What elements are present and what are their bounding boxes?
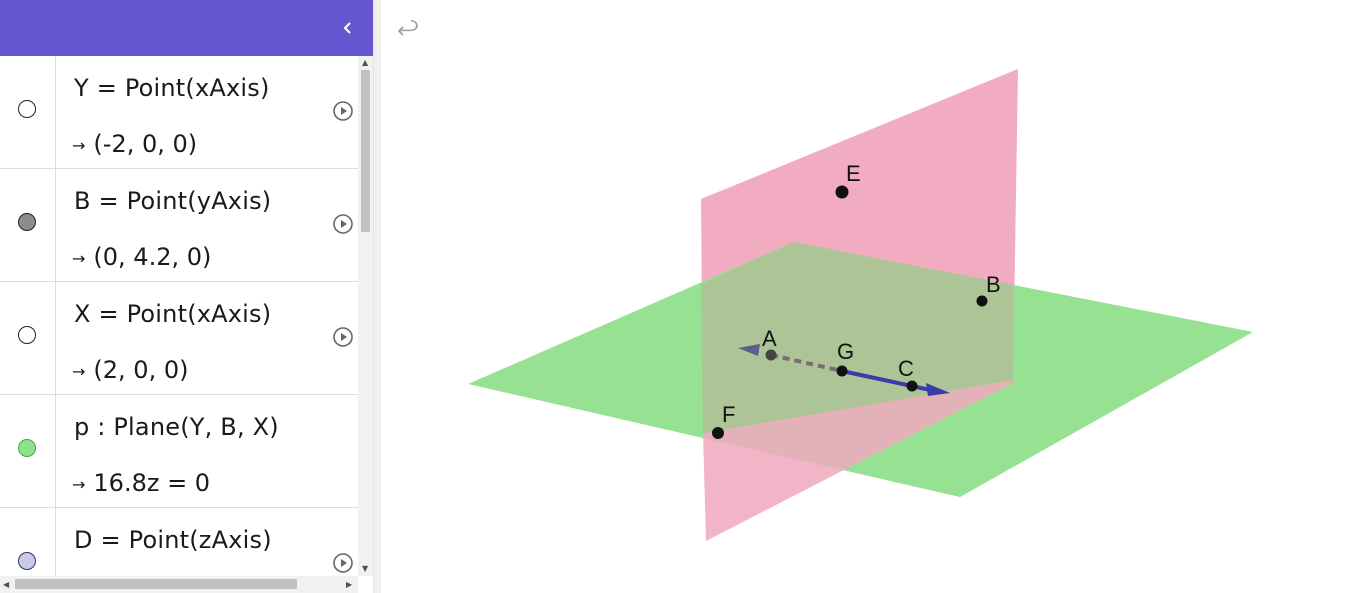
point-b[interactable] [976, 295, 988, 307]
undo-icon[interactable] [396, 18, 422, 40]
point-g[interactable] [836, 365, 848, 377]
label-a: A [762, 326, 777, 351]
label-b: B [986, 272, 1001, 297]
point-f[interactable] [712, 427, 724, 439]
label-e: E [846, 161, 861, 186]
label-f: F [722, 402, 735, 427]
scene-3d[interactable]: E B A G C F [0, 0, 1366, 593]
point-e[interactable] [835, 185, 849, 199]
label-c: C [898, 356, 914, 381]
point-a[interactable] [765, 349, 777, 361]
label-g: G [837, 339, 854, 364]
point-c[interactable] [906, 380, 918, 392]
